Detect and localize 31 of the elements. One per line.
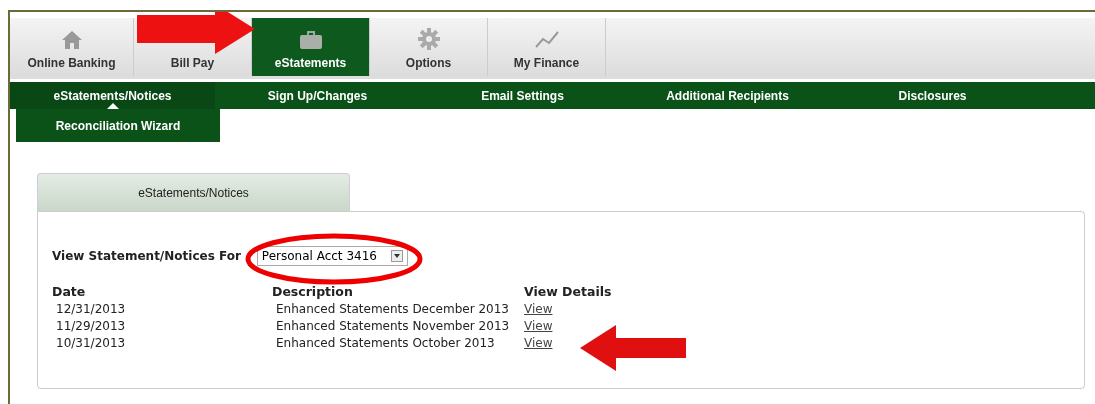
gear-icon — [417, 28, 440, 50]
briefcase-icon — [298, 30, 323, 50]
account-select[interactable]: Personal Acct 3416 — [256, 246, 408, 266]
nav-tab[interactable]: eStatements — [252, 18, 370, 76]
column-header: Date — [52, 284, 87, 299]
view-link[interactable]: View — [524, 319, 553, 333]
subnav-item[interactable]: Sign Up/Changes — [215, 82, 420, 109]
line-chart-icon — [533, 30, 560, 50]
pointer-triangle-icon — [106, 103, 119, 109]
view-link[interactable]: View — [524, 302, 553, 316]
description-cell-text: Enhanced Statements November 2013 — [275, 319, 511, 333]
date-cell-text: 12/31/2013 — [55, 302, 127, 316]
subnav-item[interactable]: eStatements/Notices — [10, 82, 215, 109]
account-label: View Statement/Notices For — [52, 249, 241, 263]
column-header: View Details — [524, 284, 613, 299]
dropdown-icon — [390, 250, 403, 262]
subnav-item[interactable]: Disclosures — [830, 82, 1035, 109]
description-cell-text: Enhanced Statements October 2013 — [275, 336, 496, 350]
date-cell-text: 11/29/2013 — [55, 319, 127, 333]
date-cell-text: 10/31/2013 — [55, 336, 127, 350]
home-icon — [60, 30, 83, 50]
subnav-item[interactable]: Additional Recipients — [625, 82, 830, 109]
nav-tab[interactable]: Options — [370, 18, 488, 76]
nav-tab[interactable]: My Finance — [488, 18, 606, 76]
subnav-item[interactable]: Email Settings — [420, 82, 625, 109]
column-header: Description — [272, 284, 354, 299]
view-link[interactable]: View — [524, 336, 553, 350]
nav-tab[interactable]: Online Banking — [10, 18, 134, 76]
subnav-item[interactable]: Reconciliation Wizard — [16, 109, 220, 142]
panel-tab[interactable]: eStatements/Notices — [37, 173, 350, 211]
description-cell-text: Enhanced Statements December 2013 — [275, 302, 510, 316]
